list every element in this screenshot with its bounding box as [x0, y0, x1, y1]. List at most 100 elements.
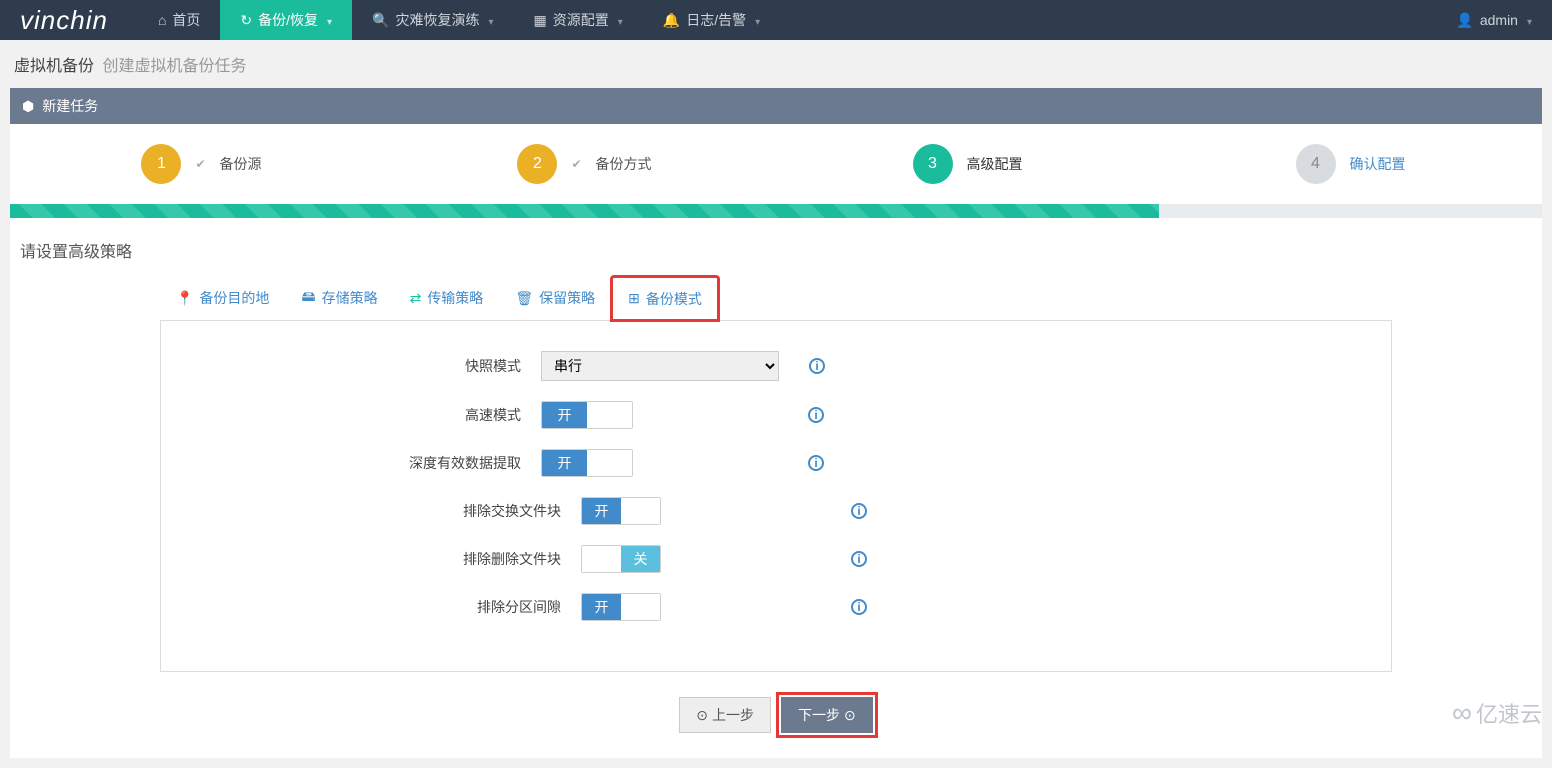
breadcrumb: 虚拟机备份 创建虚拟机备份任务: [0, 40, 1552, 88]
nav-resource[interactable]: ▦ 资源配置: [514, 0, 643, 40]
deleted-toggle[interactable]: 关: [581, 545, 661, 573]
tab-retain-label: 保留策略: [539, 288, 595, 308]
info-icon[interactable]: [851, 551, 867, 567]
nav-home-label: 首页: [172, 10, 200, 30]
nav-log-label: 日志/告警: [686, 10, 746, 30]
toggle-on-label: 开: [542, 402, 587, 428]
panel-title: 新建任务: [42, 96, 98, 116]
nav-backup[interactable]: ↻ 备份/恢复: [220, 0, 352, 40]
toggle-off-label: [587, 402, 632, 428]
user-name: admin: [1480, 12, 1518, 28]
next-button[interactable]: 下一步 ⊙: [781, 697, 873, 733]
breadcrumb-main: 虚拟机备份: [14, 58, 94, 75]
bell-icon: 🔔: [663, 12, 680, 29]
toggle-on-label: 开: [542, 450, 587, 476]
main-panel: ⬢ 新建任务 1 ✔ 备份源 2 ✔ 备份方式 3 高级配置 4 确认配置: [10, 88, 1542, 758]
transfer-icon: ⇄: [410, 290, 422, 307]
info-icon[interactable]: [808, 407, 824, 423]
step-4[interactable]: 4 确认配置: [1159, 144, 1542, 184]
prev-label: 上一步: [712, 705, 754, 725]
tab-mode[interactable]: ⊞ 备份模式: [611, 276, 719, 321]
row-swap: 排除交换文件块 开: [171, 497, 1381, 525]
grid-icon: ▦: [534, 12, 547, 29]
info-icon[interactable]: [809, 358, 825, 374]
toggle-on-label: 开: [582, 498, 621, 524]
prev-button[interactable]: ⊙ 上一步: [679, 697, 771, 733]
arrow-right-icon: ⊙: [844, 707, 856, 724]
partition-toggle[interactable]: 开: [581, 593, 661, 621]
speed-toggle[interactable]: 开: [541, 401, 633, 429]
home-icon: ⌂: [158, 12, 166, 28]
tab-transfer[interactable]: ⇄ 传输策略: [394, 276, 500, 320]
tab-retain[interactable]: 🗑 保留策略: [499, 276, 611, 320]
info-icon[interactable]: [851, 503, 867, 519]
step-3-num: 3: [913, 144, 953, 184]
check-icon: ✔: [195, 157, 205, 171]
next-label: 下一步: [798, 705, 840, 725]
cube-icon: ⬢: [22, 98, 34, 115]
wizard-actions: ⊙ 上一步 下一步 ⊙: [10, 672, 1542, 738]
tab-destination[interactable]: 📍 备份目的地: [160, 276, 285, 320]
toggle-off-label: [621, 594, 660, 620]
trash-icon: 🗑: [515, 290, 533, 307]
chevron-down-icon: [615, 12, 623, 28]
search-icon: 🔍: [372, 12, 389, 29]
row-deep: 深度有效数据提取 开: [171, 449, 1381, 477]
deleted-label: 排除删除文件块: [171, 549, 581, 569]
step-1[interactable]: 1 ✔ 备份源: [10, 144, 393, 184]
toggle-on-label: 开: [582, 594, 621, 620]
info-icon[interactable]: [851, 599, 867, 615]
pin-icon: 📍: [176, 290, 193, 307]
snapshot-select[interactable]: 串行: [541, 351, 779, 381]
speed-label: 高速模式: [171, 405, 541, 425]
step-4-num: 4: [1296, 144, 1336, 184]
row-speed: 高速模式 开: [171, 401, 1381, 429]
progress-rest: [1159, 204, 1542, 218]
progress-bar: [10, 204, 1542, 218]
snapshot-label: 快照模式: [171, 356, 541, 376]
grid-icon: ⊞: [628, 290, 640, 307]
swap-toggle[interactable]: 开: [581, 497, 661, 525]
chevron-down-icon: [324, 12, 332, 28]
tab-storage[interactable]: 🖴 存储策略: [285, 276, 393, 320]
deep-toggle[interactable]: 开: [541, 449, 633, 477]
check-icon: ✔: [571, 157, 581, 171]
step-2[interactable]: 2 ✔ 备份方式: [393, 144, 776, 184]
row-deleted: 排除删除文件块 关: [171, 545, 1381, 573]
policy-tabs: 📍 备份目的地 🖴 存储策略 ⇄ 传输策略 🗑 保留策略 ⊞ 备份模式: [160, 276, 1392, 321]
tab-mode-label: 备份模式: [646, 289, 702, 309]
tabs-area: 📍 备份目的地 🖴 存储策略 ⇄ 传输策略 🗑 保留策略 ⊞ 备份模式: [10, 276, 1542, 672]
swap-label: 排除交换文件块: [171, 501, 581, 521]
nav-items: ⌂ 首页 ↻ 备份/恢复 🔍 灾难恢复演练 ▦ 资源配置 🔔 日志/告警: [138, 0, 780, 40]
user-menu[interactable]: 👤 admin: [1436, 12, 1552, 29]
toggle-on-label: [582, 546, 621, 572]
nav-drill[interactable]: 🔍 灾难恢复演练: [352, 0, 513, 40]
breadcrumb-sub: 创建虚拟机备份任务: [102, 58, 246, 75]
step-1-num: 1: [141, 144, 181, 184]
step-2-num: 2: [517, 144, 557, 184]
disk-icon: 🖴: [301, 286, 315, 310]
deep-label: 深度有效数据提取: [171, 453, 541, 473]
tab-content: 快照模式 串行 高速模式 开 深度有效数据提取: [160, 321, 1392, 672]
row-snapshot: 快照模式 串行: [171, 351, 1381, 381]
nav-home[interactable]: ⌂ 首页: [138, 0, 220, 40]
arrow-left-icon: ⊙: [696, 707, 708, 724]
step-3-label: 高级配置: [967, 154, 1023, 174]
nav-log[interactable]: 🔔 日志/告警: [643, 0, 780, 40]
tab-destination-label: 备份目的地: [199, 288, 269, 308]
toggle-off-label: [587, 450, 632, 476]
tab-transfer-label: 传输策略: [427, 288, 483, 308]
step-4-label: 确认配置: [1350, 154, 1406, 174]
step-3[interactable]: 3 高级配置: [776, 144, 1159, 184]
wizard-steps: 1 ✔ 备份源 2 ✔ 备份方式 3 高级配置 4 确认配置: [10, 124, 1542, 204]
row-partition: 排除分区间隙 开: [171, 593, 1381, 621]
brand-logo: vinchin: [0, 5, 138, 36]
panel-body: 1 ✔ 备份源 2 ✔ 备份方式 3 高级配置 4 确认配置 请设置高级: [10, 124, 1542, 758]
watermark-text: 亿速云: [1476, 697, 1542, 729]
section-prompt: 请设置高级策略: [10, 238, 1542, 276]
toggle-off-label: 关: [621, 546, 660, 572]
nav-drill-label: 灾难恢复演练: [396, 10, 480, 30]
step-2-label: 备份方式: [596, 154, 652, 174]
info-icon[interactable]: [808, 455, 824, 471]
tab-storage-label: 存储策略: [322, 288, 378, 308]
